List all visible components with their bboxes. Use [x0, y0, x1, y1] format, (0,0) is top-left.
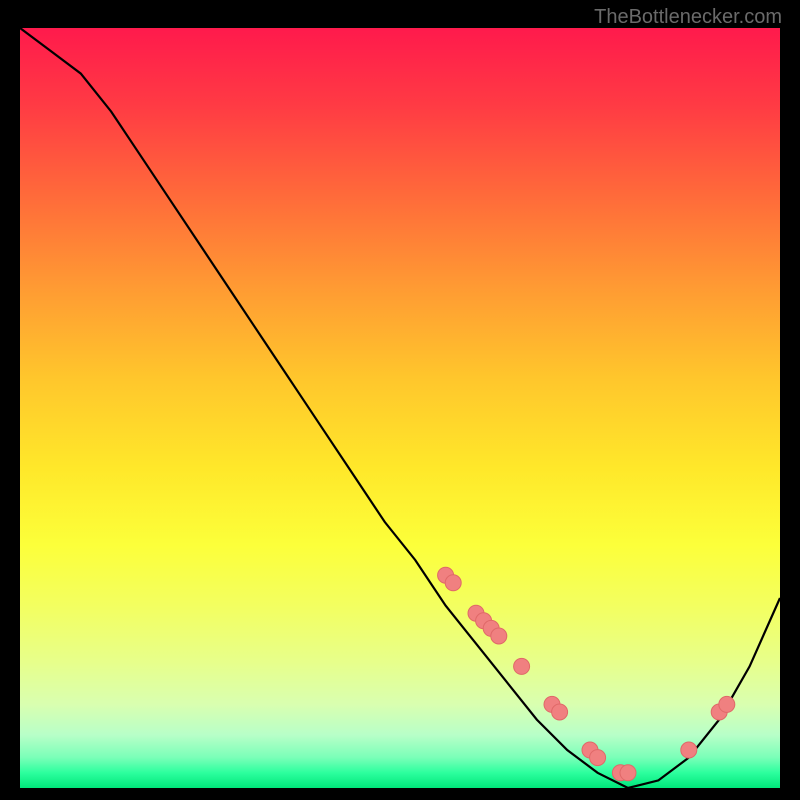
plot-area [20, 28, 780, 788]
marker-point [620, 765, 636, 781]
marker-point [590, 750, 606, 766]
marker-point [719, 696, 735, 712]
bottleneck-curve [20, 28, 780, 788]
marker-point [552, 704, 568, 720]
marker-point [491, 628, 507, 644]
highlighted-points [438, 567, 735, 781]
marker-point [514, 658, 530, 674]
curve-layer [20, 28, 780, 788]
marker-point [681, 742, 697, 758]
attribution-text: TheBottlenecker.com [594, 6, 782, 29]
marker-point [445, 575, 461, 591]
